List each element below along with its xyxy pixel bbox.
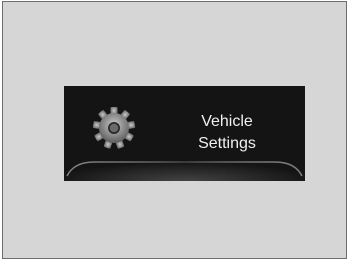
menu-item-label: Vehicle Settings [182,111,272,155]
display-screen: Vehicle Settings [2,1,347,259]
menu-label-line1: Vehicle [201,113,253,130]
menu-label-line2: Settings [198,135,256,152]
vehicle-settings-menu-item[interactable]: Vehicle Settings [64,86,305,181]
gear-icon [92,107,136,149]
